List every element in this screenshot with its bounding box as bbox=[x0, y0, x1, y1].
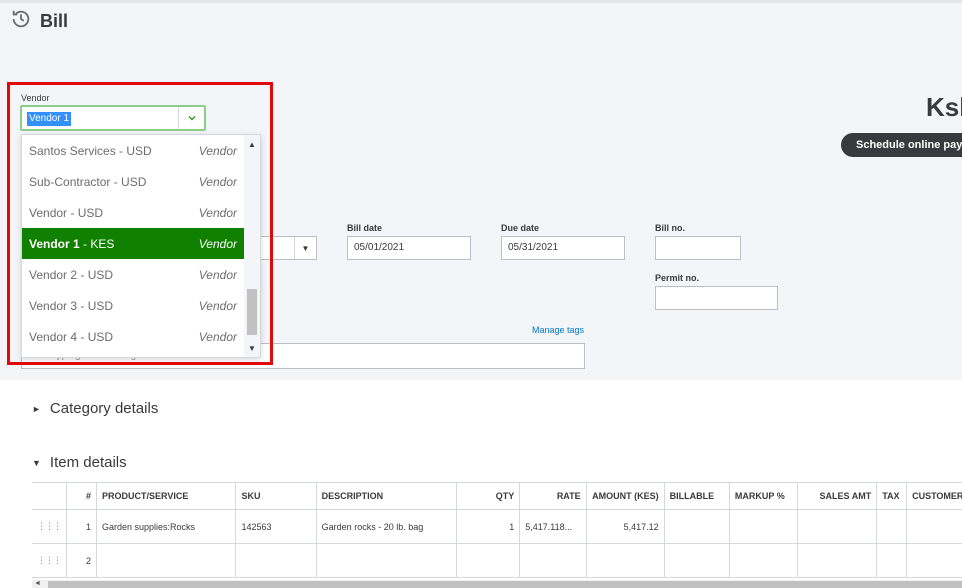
markup-cell[interactable] bbox=[729, 543, 799, 578]
chevron-down-icon[interactable]: ▼ bbox=[294, 237, 316, 259]
sku-cell[interactable]: 142563 bbox=[235, 509, 317, 544]
bill-no-input[interactable] bbox=[655, 236, 741, 260]
product-service-cell[interactable]: Garden supplies:Rocks bbox=[96, 509, 237, 544]
row-number: 2 bbox=[66, 543, 97, 578]
balance-due-amount: Ksh bbox=[926, 92, 962, 122]
vendor-option-sub-contractor[interactable]: Sub-Contractor - USD Vendor bbox=[22, 166, 245, 197]
manage-tags-link[interactable]: Manage tags bbox=[532, 325, 584, 335]
permit-no-input[interactable] bbox=[655, 286, 778, 310]
drag-column-header bbox=[32, 482, 67, 510]
billable-cell[interactable] bbox=[664, 509, 730, 544]
terms-select[interactable]: ▼ bbox=[255, 236, 317, 260]
rate-cell[interactable] bbox=[519, 543, 587, 578]
vendor-dropdown-list[interactable]: Santos Services - USD Vendor Sub-Contrac… bbox=[21, 134, 261, 358]
tax-cell[interactable] bbox=[876, 543, 908, 578]
item-details-table: # PRODUCT/SERVICE SKU DESCRIPTION QTY RA… bbox=[32, 482, 962, 578]
column-header: PRODUCT/SERVICE bbox=[96, 482, 237, 510]
column-header: SKU bbox=[235, 482, 317, 510]
scrollbar-thumb[interactable] bbox=[247, 289, 257, 335]
bill-no-label: Bill no. bbox=[655, 223, 685, 233]
vendor-option-vendor-1[interactable]: Vendor 1 - KES Vendor bbox=[22, 228, 245, 259]
sku-cell[interactable] bbox=[235, 543, 317, 578]
vendor-label: Vendor bbox=[21, 93, 50, 103]
column-header: TAX bbox=[876, 482, 908, 510]
markup-cell[interactable] bbox=[729, 509, 799, 544]
header-divider bbox=[0, 0, 962, 3]
product-service-cell[interactable] bbox=[96, 543, 237, 578]
column-header: AMOUNT (KES) bbox=[586, 482, 665, 510]
page-title: Bill bbox=[10, 8, 68, 34]
table-row[interactable]: ⋮⋮⋮ 1 Garden supplies:Rocks 142563 Garde… bbox=[32, 509, 962, 544]
vendor-option-vendor-4[interactable]: Vendor 4 - USD Vendor bbox=[22, 321, 245, 352]
item-details-toggle[interactable]: ▼ Item details bbox=[32, 454, 127, 471]
description-cell[interactable]: Garden rocks - 20 lb. bag bbox=[316, 509, 457, 544]
vendor-option-vendor-2[interactable]: Vendor 2 - USD Vendor bbox=[22, 259, 245, 290]
category-details-toggle[interactable]: ► Category details bbox=[32, 400, 158, 417]
expand-arrow-icon[interactable]: ► bbox=[32, 404, 41, 414]
billable-cell[interactable] bbox=[664, 543, 730, 578]
rate-cell[interactable]: 5,417.118... bbox=[519, 509, 587, 544]
scroll-up-arrow-icon[interactable]: ▲ bbox=[244, 137, 260, 151]
dropdown-scrollbar[interactable]: ▲ ▼ bbox=[244, 135, 260, 357]
column-header: BILLABLE bbox=[664, 482, 730, 510]
vendor-option-vendor[interactable]: Vendor - USD Vendor bbox=[22, 197, 245, 228]
due-date-label: Due date bbox=[501, 223, 540, 233]
table-row[interactable]: ⋮⋮⋮ 2 bbox=[32, 543, 962, 578]
bill-date-label: Bill date bbox=[347, 223, 383, 233]
horizontal-scrollbar-thumb[interactable] bbox=[48, 581, 962, 588]
sales-amt-cell[interactable] bbox=[797, 543, 878, 578]
customer-cell[interactable] bbox=[906, 543, 962, 578]
amount-cell[interactable] bbox=[586, 543, 665, 578]
qty-cell[interactable]: 1 bbox=[456, 509, 521, 544]
item-details-label: Item details bbox=[49, 454, 127, 471]
column-header: DESCRIPTION bbox=[316, 482, 457, 510]
description-cell[interactable] bbox=[316, 543, 457, 578]
row-number: 1 bbox=[66, 509, 97, 544]
column-header: MARKUP % bbox=[729, 482, 799, 510]
table-header-row: # PRODUCT/SERVICE SKU DESCRIPTION QTY RA… bbox=[32, 482, 962, 510]
bill-date-input[interactable]: 05/01/2021 bbox=[347, 236, 471, 260]
history-icon[interactable] bbox=[10, 8, 32, 35]
bill-title-text: Bill bbox=[40, 10, 69, 31]
sales-amt-cell[interactable] bbox=[797, 509, 878, 544]
scroll-down-arrow-icon[interactable]: ▼ bbox=[244, 341, 260, 355]
permit-no-label: Permit no. bbox=[655, 273, 700, 283]
column-header: # bbox=[66, 482, 97, 510]
drag-handle-icon[interactable]: ⋮⋮⋮ bbox=[32, 509, 67, 544]
customer-cell[interactable] bbox=[906, 509, 962, 544]
schedule-online-payment-button[interactable]: Schedule online payment bbox=[841, 133, 962, 157]
amount-cell[interactable]: 5,417.12 bbox=[586, 509, 665, 544]
tax-cell[interactable] bbox=[876, 509, 908, 544]
due-date-input[interactable]: 05/31/2021 bbox=[501, 236, 625, 260]
column-header: QTY bbox=[456, 482, 521, 510]
chevron-down-icon[interactable] bbox=[178, 107, 204, 129]
column-header: SALES AMT bbox=[797, 482, 878, 510]
drag-handle-icon[interactable]: ⋮⋮⋮ bbox=[32, 543, 67, 578]
vendor-combobox[interactable]: Vendor 1 bbox=[20, 105, 206, 131]
category-details-label: Category details bbox=[49, 400, 159, 417]
qty-cell[interactable] bbox=[456, 543, 521, 578]
vendor-option-vendor-3[interactable]: Vendor 3 - USD Vendor bbox=[22, 290, 245, 321]
collapse-arrow-icon[interactable]: ▼ bbox=[32, 458, 41, 468]
column-header: RATE bbox=[519, 482, 587, 510]
horizontal-scrollbar[interactable]: ◄ bbox=[32, 580, 962, 588]
vendor-option-santos-services[interactable]: Santos Services - USD Vendor bbox=[22, 135, 245, 166]
scroll-left-arrow-icon[interactable]: ◄ bbox=[34, 580, 41, 587]
vendor-value[interactable]: Vendor 1 bbox=[27, 112, 72, 126]
column-header: CUSTOMER bbox=[906, 482, 962, 510]
